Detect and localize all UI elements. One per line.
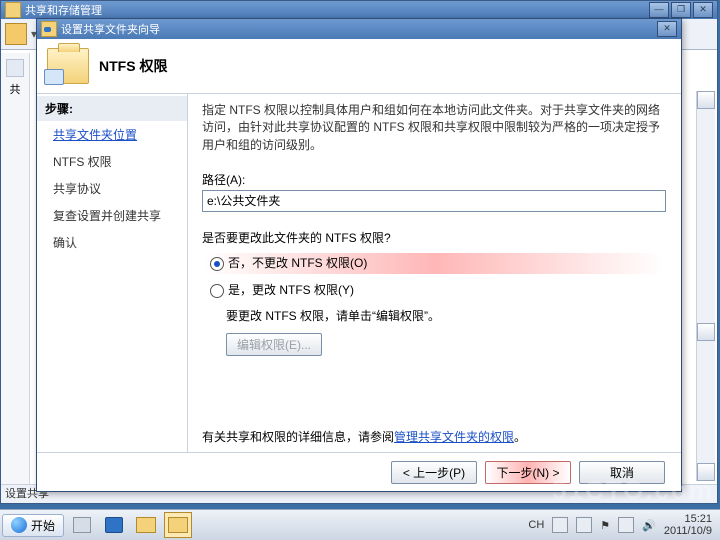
help-link[interactable]: 管理共享文件夹的权限 [394, 430, 514, 444]
clock[interactable]: 15:21 2011/10/9 [664, 513, 712, 537]
radio-yes-label: 是，更改 NTFS 权限(Y) [228, 282, 354, 299]
wizard-titlebar[interactable]: 设置共享文件夹向导 ✕ [37, 19, 681, 39]
windows-orb-icon [11, 517, 27, 533]
next-button[interactable]: 下一步(N) > [485, 461, 571, 484]
steps-header: 步骤: [37, 96, 187, 121]
description-text: 指定 NTFS 权限以控制具体用户和组如何在本地访问此文件夹。对于共享文件夹的网… [202, 102, 665, 154]
radio-no-row[interactable]: 否，不更改 NTFS 权限(O) [204, 253, 665, 274]
tray-volume-icon[interactable]: 🔊 [642, 519, 656, 532]
tray-icon[interactable] [576, 517, 592, 533]
help-text: 有关共享和权限的详细信息，请参阅管理共享文件夹的权限。 [202, 429, 526, 446]
yes-hint: 要更改 NTFS 权限，请单击“编辑权限”。 [226, 308, 665, 325]
wizard-heading: NTFS 权限 [99, 56, 167, 76]
wizard-title-text: 设置共享文件夹向导 [61, 21, 160, 37]
tray-flag-icon[interactable]: ⚑ [600, 519, 610, 532]
parent-titlebar[interactable]: 共享和存储管理 — ❐ ✕ [1, 1, 717, 19]
wizard-header: NTFS 权限 [37, 39, 681, 94]
pane-button[interactable] [697, 463, 715, 481]
quicklaunch-server-manager[interactable] [68, 512, 96, 538]
taskbar: 开始 CH ⚑ 🔊 15:21 2011/10/9 [0, 509, 720, 540]
radio-yes-row[interactable]: 是，更改 NTFS 权限(Y) [204, 280, 665, 301]
step-review[interactable]: 复查设置并创建共享 [37, 202, 187, 229]
wizard-close-button[interactable]: ✕ [657, 21, 677, 37]
wizard-icon [41, 21, 57, 37]
toolbar-icon[interactable] [5, 23, 27, 45]
parent-title-text: 共享和存储管理 [25, 2, 102, 18]
minimize-button[interactable]: — [649, 2, 669, 18]
path-label: 路径(A): [202, 172, 665, 189]
users-badge-icon [44, 69, 64, 85]
wizard-footer: < 上一步(P) 下一步(N) > 取消 [37, 452, 681, 491]
language-indicator[interactable]: CH [528, 519, 544, 531]
folder-share-icon [47, 48, 89, 84]
tray-network-icon[interactable] [618, 517, 634, 533]
wizard-dialog: 设置共享文件夹向导 ✕ NTFS 权限 步骤: 共享文件夹位置 NTFS 权限 … [36, 18, 682, 492]
right-actions-pane [696, 91, 715, 481]
maximize-button[interactable]: ❐ [671, 2, 691, 18]
step-protocol[interactable]: 共享协议 [37, 175, 187, 202]
radio-no[interactable] [210, 257, 224, 271]
question-text: 是否要更改此文件夹的 NTFS 权限? [202, 230, 665, 247]
quicklaunch-powershell[interactable] [100, 512, 128, 538]
system-tray: CH ⚑ 🔊 15:21 2011/10/9 [528, 513, 718, 537]
radio-yes[interactable] [210, 284, 224, 298]
path-input[interactable] [202, 190, 666, 212]
prev-button[interactable]: < 上一步(P) [391, 461, 477, 484]
start-label: 开始 [31, 517, 55, 534]
quicklaunch-explorer[interactable] [132, 512, 160, 538]
parent-sidebar: 共 [1, 53, 30, 485]
start-button[interactable]: 开始 [2, 514, 64, 537]
pane-button[interactable] [697, 91, 715, 109]
step-confirm[interactable]: 确认 [37, 229, 187, 256]
step-location[interactable]: 共享文件夹位置 [37, 121, 187, 148]
cancel-button[interactable]: 取消 [579, 461, 665, 484]
close-button[interactable]: ✕ [693, 2, 713, 18]
tray-icon[interactable] [552, 517, 568, 533]
app-icon [5, 2, 21, 18]
edit-permissions-button: 编辑权限(E)... [226, 333, 322, 356]
wizard-steps: 步骤: 共享文件夹位置 NTFS 权限 共享协议 复查设置并创建共享 确认 [37, 94, 188, 452]
taskbar-app-share-mgmt[interactable] [164, 512, 192, 538]
step-ntfs[interactable]: NTFS 权限 [37, 148, 187, 175]
pane-button[interactable] [697, 323, 715, 341]
radio-no-label: 否，不更改 NTFS 权限(O) [228, 255, 367, 272]
wizard-content: 指定 NTFS 权限以控制具体用户和组如何在本地访问此文件夹。对于共享文件夹的网… [188, 94, 681, 452]
sidebar-icon[interactable] [6, 59, 24, 77]
